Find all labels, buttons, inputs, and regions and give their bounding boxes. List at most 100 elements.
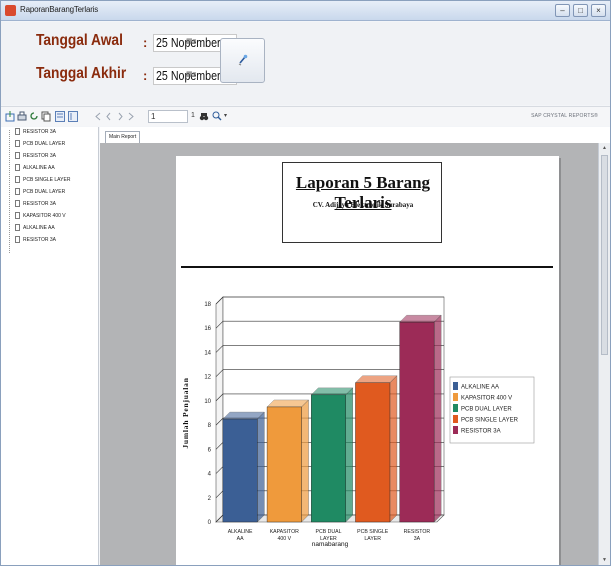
export-icon[interactable] [5, 111, 15, 122]
scroll-down-icon[interactable]: ▼ [602, 557, 607, 563]
document-icon [15, 212, 20, 220]
bar-side [257, 411, 265, 523]
toggle-group-tree-icon[interactable] [55, 111, 65, 122]
vertical-scrollbar[interactable]: ▲ ▼ [598, 143, 610, 565]
tree-item[interactable]: RESISTOR 3A [15, 200, 56, 209]
last-page-icon[interactable] [126, 111, 136, 122]
page-total: 1 [191, 112, 195, 119]
report-page: Laporan 5 Barang Terlaris CV. Adijaya El… [176, 156, 559, 565]
bar [222, 418, 258, 523]
binoculars-icon[interactable] [199, 111, 209, 122]
legend-swatch [453, 404, 458, 412]
x-tick-label: ALKALINE [228, 529, 253, 535]
zoom-icon[interactable] [212, 111, 222, 122]
bar-top [310, 387, 354, 396]
bar-side [389, 375, 398, 523]
page-number-input[interactable]: 1 [148, 110, 188, 123]
start-date-label: Tanggal Awal [36, 32, 123, 49]
sales-bar-chart: 0 2 4 6 8 10 12 14 16 18 ALKALINEAA KAPASITOR400 V P… [181, 296, 535, 548]
start-date-dropdown-icon[interactable]: ▦▾ [186, 37, 199, 49]
x-axis-label: namabarang [312, 541, 349, 548]
next-page-icon[interactable] [115, 111, 125, 122]
scroll-up-icon[interactable]: ▲ [602, 145, 607, 151]
x-tick-label: AA [237, 536, 244, 542]
y-tick-label: 10 [204, 399, 211, 405]
tree-item-label: RESISTOR 3A [23, 201, 56, 207]
bar-top [354, 375, 398, 383]
legend-swatch [453, 415, 458, 423]
refresh-icon [238, 54, 248, 66]
parameter-panel: Tanggal Awal : 25 Nopember 2015 ▦▾ Tangg… [1, 22, 610, 105]
first-page-icon[interactable] [93, 111, 103, 122]
bar-top [266, 399, 310, 408]
refresh-data-icon[interactable] [29, 111, 39, 122]
print-icon[interactable] [17, 111, 27, 122]
tree-item-label: RESISTOR 3A [23, 153, 56, 159]
maximize-button[interactable]: □ [573, 4, 588, 17]
app-icon [5, 5, 16, 16]
tree-item[interactable]: PCB SINGLE LAYER [15, 176, 70, 185]
tree-item[interactable]: PCB DUAL LAYER [15, 188, 65, 197]
y-axis-label: Jumlah Penjualan [181, 377, 190, 448]
tab-main-report[interactable]: Main Report [105, 131, 141, 143]
end-date-colon: : [143, 68, 148, 83]
legend-label: PCB DUAL LAYER [461, 407, 512, 413]
y-tick-label: 14 [204, 350, 211, 356]
document-icon [15, 152, 20, 160]
bar-side [301, 399, 309, 523]
previous-page-icon[interactable] [104, 111, 114, 122]
close-button[interactable]: × [591, 4, 606, 17]
end-date-dropdown-icon[interactable]: ▦▾ [186, 70, 199, 82]
window-title: RaporanBarangTerlaris [20, 5, 99, 14]
bar [355, 382, 391, 523]
report-window: RaporanBarangTerlaris – □ × Tanggal Awal… [0, 0, 611, 566]
legend-label: PCB SINGLE LAYER [461, 418, 519, 424]
document-icon [15, 164, 20, 172]
bar [311, 394, 346, 523]
x-tick-label: 400 V [278, 536, 292, 542]
tree-item[interactable]: ALKALINE AA [15, 224, 55, 233]
title-bar: RaporanBarangTerlaris – □ × [1, 1, 610, 21]
document-icon [15, 224, 20, 232]
tree-item[interactable]: KAPASITOR 400 V [15, 212, 66, 221]
y-tick-label: 6 [208, 447, 212, 453]
window-controls: – □ × [555, 4, 606, 17]
zoom-dropdown-icon[interactable]: ▾ [224, 112, 227, 119]
y-tick-label: 8 [208, 423, 212, 429]
bar [266, 406, 302, 523]
bar-top [399, 314, 442, 323]
tree-item[interactable]: RESISTOR 3A [15, 128, 56, 137]
tree-item[interactable]: RESISTOR 3A [15, 152, 56, 161]
tree-item-label: PCB DUAL LAYER [23, 141, 66, 147]
scrollbar-thumb[interactable] [601, 155, 608, 355]
header-divider [181, 266, 553, 268]
copy-icon[interactable] [41, 111, 51, 122]
document-icon [15, 140, 20, 148]
refresh-report-button[interactable] [220, 38, 265, 83]
report-subtitle: CV. Adijaya Elektronik Surabaya [312, 201, 414, 209]
document-icon [15, 236, 20, 244]
legend-label: ALKALINE AA [461, 385, 499, 391]
report-tabs: Main Report [100, 127, 610, 143]
minimize-button[interactable]: – [555, 4, 570, 17]
tree-item-label: RESISTOR 3A [23, 237, 56, 243]
x-tick-label: 3A [414, 536, 421, 542]
tree-connector [9, 130, 10, 253]
y-tick-label: 16 [204, 326, 211, 332]
toggle-parameter-panel-icon[interactable] [68, 111, 78, 122]
tree-item-label: RESISTOR 3A [23, 129, 56, 135]
tree-item-label: ALKALINE AA [23, 165, 55, 171]
x-tick-label: PCB DUAL [316, 529, 342, 535]
tree-item[interactable]: PCB DUAL LAYER [15, 140, 65, 149]
y-tick-label: 18 [204, 302, 211, 308]
legend-swatch [453, 393, 458, 401]
bar-top [222, 411, 265, 420]
viewer-toolbar: 1 1 ▾ SAP CRYSTAL REPORTS® [1, 106, 610, 126]
x-tick-label: PCB SINGLE [357, 529, 389, 535]
legend-swatch [453, 382, 458, 390]
tree-item[interactable]: ALKALINE AA [15, 164, 55, 173]
chart-side-wall [215, 296, 224, 523]
document-icon [15, 200, 20, 208]
tree-item[interactable]: RESISTOR 3A [15, 236, 56, 245]
start-date-colon: : [143, 35, 148, 50]
